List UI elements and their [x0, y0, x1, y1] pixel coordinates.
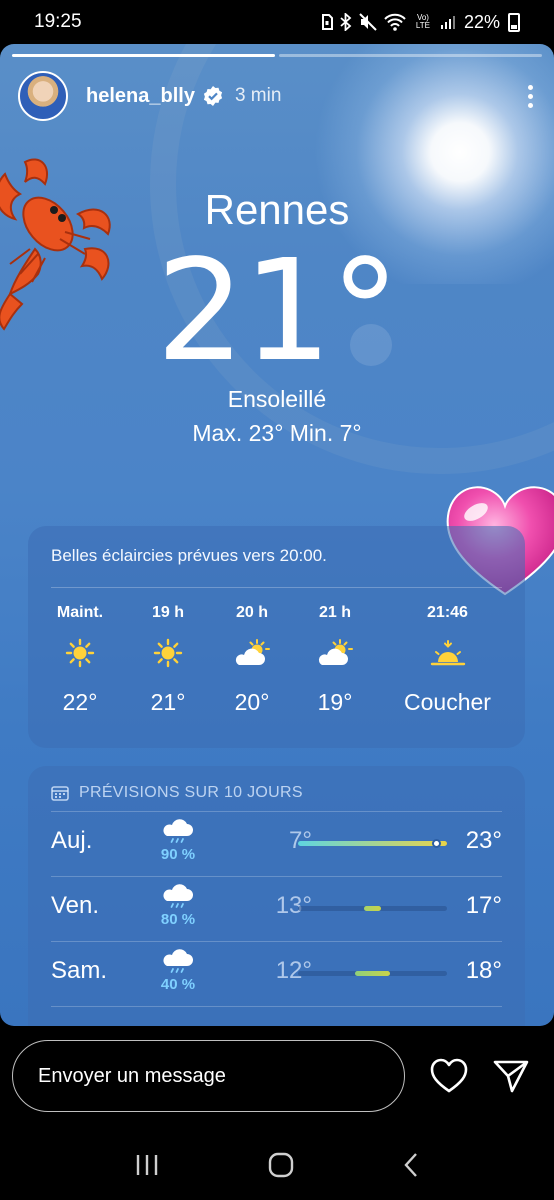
- story-frame[interactable]: helena_blly 3 min Rennes 21° Ensoleillé …: [0, 44, 554, 1026]
- bluetooth-icon: [340, 13, 352, 31]
- day-row: Sam. 40 % 12° 18°: [51, 941, 502, 1005]
- day-name: Auj.: [51, 827, 93, 854]
- hour-item: 19 h 21°: [124, 596, 212, 722]
- hour-label: 20 h: [235, 604, 268, 621]
- daily-header-label: PRÉVISIONS SUR 10 JOURS: [79, 784, 303, 801]
- day-max-temp: 23°: [465, 827, 502, 854]
- forecast-summary: Belles éclaircies prévues vers 20:00.: [51, 546, 327, 565]
- day-max-temp: 18°: [465, 957, 502, 984]
- temperature-range-fill: [363, 906, 382, 911]
- hourly-row: Maint. 22° 19 h 21° 20 h 20° 21 h 19° 21…: [36, 596, 517, 722]
- temperature-range-bar: [298, 906, 447, 911]
- rain-cloud-icon: 90 %: [158, 818, 198, 863]
- weather-condition: Ensoleillé: [227, 386, 327, 412]
- calendar-icon: [51, 786, 69, 801]
- hour-label: 21:46: [427, 604, 468, 621]
- hour-item: 21:46 Coucher: [378, 596, 517, 722]
- home-icon[interactable]: [268, 1152, 294, 1178]
- mute-icon: [359, 13, 377, 31]
- day-row: Ven. 80 % 13° 17°: [51, 876, 502, 940]
- verified-badge-icon: [203, 86, 223, 106]
- hour-label: 21 h: [318, 604, 351, 621]
- progress-segment: [12, 54, 275, 57]
- temperature-range-bar: [298, 971, 447, 976]
- divider: [51, 587, 502, 588]
- temperature-range-fill: [354, 971, 391, 976]
- precipitation-chance: 80 %: [160, 911, 196, 928]
- status-time: 19:25: [34, 11, 82, 32]
- temperature-range-fill: [298, 841, 447, 846]
- sunset-icon: [430, 628, 466, 678]
- rain-cloud-icon: 40 %: [158, 948, 198, 993]
- city-name: Rennes: [204, 186, 350, 233]
- day-row: Auj. 90 % 7° 23°: [51, 811, 502, 875]
- hour-label: 19 h: [151, 604, 184, 621]
- story-time-ago: 3 min: [234, 85, 282, 106]
- hour-temp: 19°: [317, 689, 353, 715]
- day-row-divider: [51, 1006, 502, 1026]
- precipitation-chance: 40 %: [160, 976, 196, 993]
- wifi-icon: [384, 13, 406, 31]
- battery-percent: 22%: [463, 11, 500, 32]
- current-temp-marker: [432, 839, 442, 848]
- recent-apps-icon[interactable]: [134, 1153, 160, 1177]
- hour-temp: 22°: [62, 689, 98, 715]
- hour-temp: 21°: [150, 689, 186, 715]
- daily-forecast-card: PRÉVISIONS SUR 10 JOURS Auj. 90 % 7° 23°…: [28, 766, 525, 1026]
- battery-icon: [508, 12, 520, 32]
- partly-cloudy-icon: [316, 628, 354, 678]
- daily-forecast-header: PRÉVISIONS SUR 10 JOURS: [51, 784, 303, 802]
- send-icon[interactable]: [492, 1058, 530, 1094]
- story-progress: [12, 54, 542, 57]
- hourly-forecast-card: Belles éclaircies prévues vers 20:00. Ma…: [28, 526, 525, 748]
- status-bar: 19:25 Vo) LTE 22%: [0, 0, 554, 44]
- hour-item: 20 h 20°: [212, 596, 292, 722]
- precipitation-chance: 90 %: [160, 846, 196, 863]
- day-name: Ven.: [51, 892, 100, 919]
- system-nav-bar: [0, 1130, 554, 1200]
- avatar[interactable]: [18, 71, 68, 121]
- username[interactable]: helena_blly: [86, 85, 195, 108]
- hour-temp: Coucher: [404, 689, 491, 715]
- temperature-range-bar: [298, 839, 447, 848]
- network-type: Vo) LTE: [415, 13, 430, 30]
- hour-label: Maint.: [56, 604, 104, 621]
- hour-item: Maint. 22°: [36, 596, 124, 722]
- message-placeholder: Envoyer un message: [38, 1065, 226, 1087]
- partly-cloudy-icon: [233, 628, 271, 678]
- like-heart-icon[interactable]: [430, 1058, 468, 1094]
- high-low-temperature: Max. 23° Min. 7°: [192, 420, 362, 446]
- hour-temp: 20°: [234, 689, 270, 715]
- message-input[interactable]: Envoyer un message: [12, 1040, 405, 1112]
- sun-icon: [65, 628, 95, 678]
- back-icon[interactable]: [402, 1152, 420, 1178]
- hour-item: 21 h 19°: [292, 596, 378, 722]
- current-temperature: 21°: [155, 230, 400, 393]
- status-icons: Vo) LTE 22%: [321, 12, 520, 33]
- signal-icon: [440, 16, 455, 29]
- day-max-temp: 17°: [465, 892, 502, 919]
- progress-segment: [279, 54, 542, 57]
- more-options-icon[interactable]: [524, 84, 536, 108]
- day-name: Sam.: [51, 957, 108, 984]
- story-header: helena_blly 3 min: [18, 70, 536, 122]
- sim-icon: [321, 14, 333, 30]
- rain-cloud-icon: 80 %: [158, 883, 198, 928]
- sun-icon: [153, 628, 183, 678]
